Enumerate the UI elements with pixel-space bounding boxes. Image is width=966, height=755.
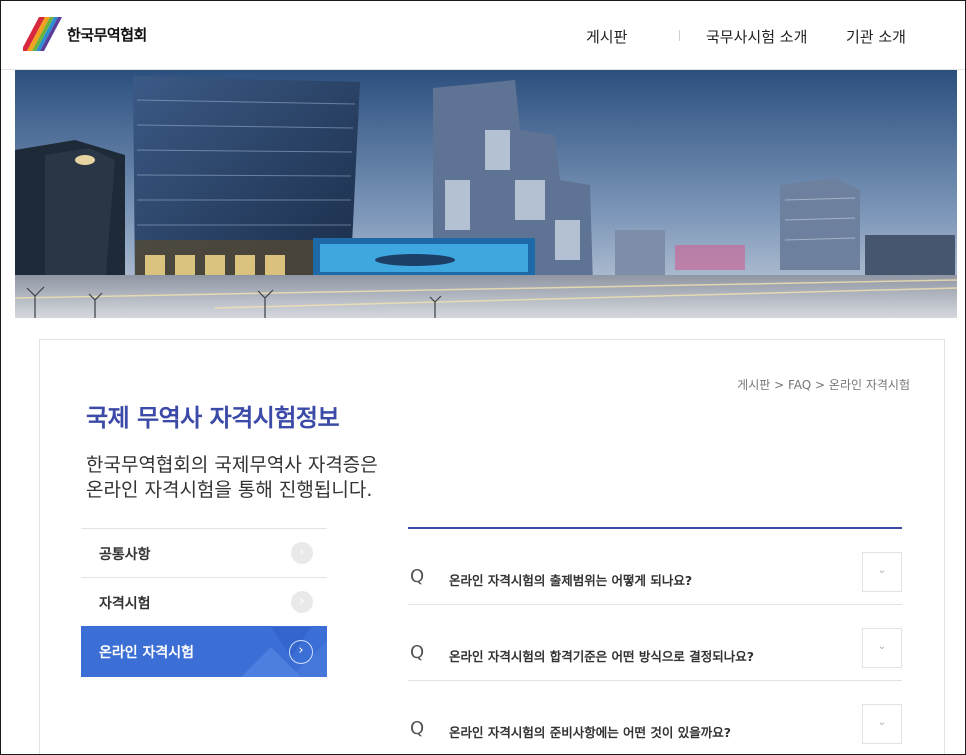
description-line: 한국무역협회의 국제무역사 자격증은 bbox=[86, 454, 378, 476]
content-card: 게시판 > FAQ > 온라인 자격시험 국제 무역사 자격시험정보 한국무역협… bbox=[39, 339, 945, 754]
sidebar-item-label: 온라인 자격시험 bbox=[99, 645, 195, 661]
question-marker: Q bbox=[410, 642, 425, 663]
logo-text: 한국무역협회 bbox=[67, 25, 147, 44]
page-title: 국제 무역사 자격시험정보 bbox=[86, 404, 340, 432]
faq-list: Q 온라인 자격시험의 출제범위는 어떻게 되나요? ⌄ Q 온라인 자격시험의… bbox=[408, 527, 902, 754]
sidebar-item-label: 공통사항 bbox=[99, 547, 151, 563]
chevron-right-icon: › bbox=[291, 591, 313, 613]
chevron-right-icon: › bbox=[289, 640, 313, 664]
faq-item[interactable]: Q 온라인 자격시험의 합격기준은 어떤 방식으로 결정되나요? ⌄ bbox=[408, 626, 902, 681]
faq-top-rule bbox=[408, 527, 902, 529]
question-marker: Q bbox=[410, 718, 425, 739]
page-frame: 한국무역협회 게시판 국무사시험 소개 기관 소개 게시판 > FAQ > 온라… bbox=[0, 0, 966, 755]
top-navigation-bar: 한국무역협회 게시판 국무사시험 소개 기관 소개 bbox=[1, 1, 965, 70]
chevron-down-icon[interactable]: ⌄ bbox=[862, 628, 902, 668]
faq-question: 온라인 자격시험의 준비사항에는 어떤 것이 있을까요? bbox=[449, 725, 732, 740]
faq-item[interactable]: Q 온라인 자격시험의 준비사항에는 어떤 것이 있을까요? ⌄ bbox=[408, 702, 902, 754]
nav-divider bbox=[679, 30, 680, 41]
sidebar-item-exam[interactable]: 자격시험 › bbox=[81, 577, 327, 626]
chevron-down-icon[interactable]: ⌄ bbox=[862, 704, 902, 744]
nav-exam-intro[interactable]: 국무사시험 소개 bbox=[706, 26, 807, 47]
site-logo[interactable]: 한국무역협회 bbox=[23, 15, 147, 53]
question-marker: Q bbox=[410, 566, 425, 587]
sidebar-item-common[interactable]: 공통사항 › bbox=[81, 528, 327, 577]
category-sidebar: 공통사항 › 자격시험 › 온라인 자격시험 › bbox=[81, 528, 327, 677]
faq-question: 온라인 자격시험의 출제범위는 어떻게 되나요? bbox=[449, 573, 693, 588]
chevron-down-icon[interactable]: ⌄ bbox=[862, 552, 902, 592]
nav-board[interactable]: 게시판 bbox=[586, 26, 627, 47]
chevron-right-icon: › bbox=[291, 542, 313, 564]
faq-item[interactable]: Q 온라인 자격시험의 출제범위는 어떻게 되나요? ⌄ bbox=[408, 550, 902, 605]
hero-banner-image bbox=[15, 70, 957, 318]
sidebar-item-online-exam[interactable]: 온라인 자격시험 › bbox=[81, 626, 327, 677]
logo-stripes-icon bbox=[23, 17, 62, 51]
faq-question: 온라인 자격시험의 합격기준은 어떤 방식으로 결정되나요? bbox=[449, 649, 755, 664]
breadcrumb: 게시판 > FAQ > 온라인 자격시험 bbox=[737, 378, 910, 392]
description-line: 온라인 자격시험을 통해 진행됩니다. bbox=[86, 479, 373, 501]
sidebar-item-label: 자격시험 bbox=[99, 596, 151, 612]
nav-about[interactable]: 기관 소개 bbox=[846, 26, 906, 47]
page-description: 한국무역협회의 국제무역사 자격증은 온라인 자격시험을 통해 진행됩니다. bbox=[86, 453, 378, 503]
